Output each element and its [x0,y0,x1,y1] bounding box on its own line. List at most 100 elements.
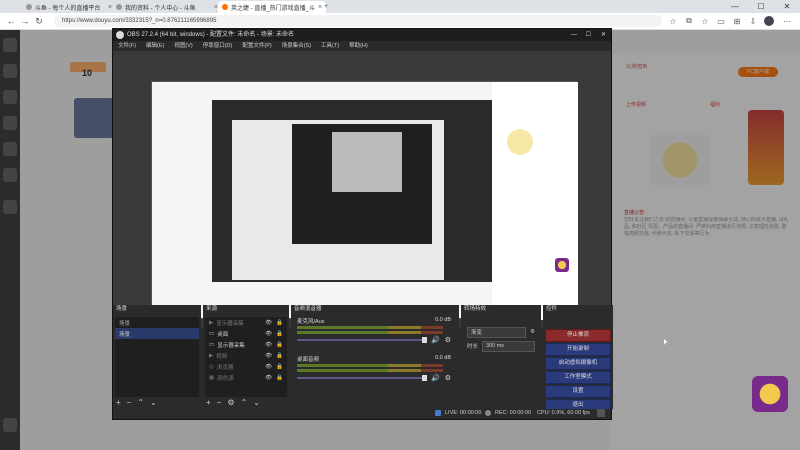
source-item[interactable]: ▶ 视频 👁 🔒 [205,350,287,361]
menu-scene-collection[interactable]: 场景集合(S) [282,41,311,51]
nav-category-icon[interactable] [3,90,17,104]
browser-tab-1[interactable]: 斗鱼 - 每个人的直播平台 × [22,1,116,13]
add-icon[interactable]: + [116,398,121,408]
downloads-icon[interactable]: ⇩ [748,16,758,26]
menu-file[interactable]: 文件(F) [118,41,136,51]
source-item[interactable]: ◎ 浏览器 👁 🔒 [205,361,287,372]
lock-icon[interactable]: 🔒 [276,342,283,348]
close-window-button[interactable]: ✕ [774,0,800,13]
split-icon[interactable]: ▭ [716,16,726,26]
favorite-icon[interactable]: ☆ [668,16,678,26]
gear-icon[interactable]: ⚙ [530,329,535,335]
tab-favicon [116,4,122,10]
visibility-icon[interactable]: 👁 [265,331,272,337]
menu-help[interactable]: 帮助(H) [349,41,368,51]
source-item[interactable]: ▶ 显示器采集 👁 🔒 [205,317,287,328]
stop-streaming-button[interactable]: 停止推流 [545,329,611,342]
video-icon: ▶ [209,352,214,359]
back-icon[interactable]: ← [6,16,16,26]
event-badge-icon[interactable] [752,376,788,412]
visibility-icon[interactable]: 👁 [265,320,272,326]
obs-minimize-icon[interactable]: — [571,29,577,41]
rec-icon [485,410,491,416]
lock-icon[interactable]: 🔒 [276,331,283,337]
gear-icon[interactable]: ⚙ [227,398,234,408]
speaker-icon[interactable]: 🔊 [431,336,440,344]
settings-button[interactable]: 设置 [545,385,611,398]
menu-edit[interactable]: 编辑(E) [146,41,164,51]
browser-tab-3[interactable]: 英之婕 - 直播_热门游戏直播_斗 × [218,1,326,13]
scenes-dock: 场景 场景 场景 + − ⌃ ⌄ [113,305,201,409]
remove-icon[interactable]: − [127,398,132,408]
menu-tools[interactable]: 工具(T) [321,41,339,51]
nav-follow-icon[interactable] [3,168,17,182]
volume-slider[interactable] [297,337,427,343]
lock-icon[interactable]: 🔒 [276,353,283,359]
obs-logo-icon [116,31,124,39]
visibility-icon[interactable]: 👁 [265,364,272,370]
nav-home-icon[interactable] [3,38,17,52]
mixer-channel-desktop: 桌面音频 0.0 dB 🔊 ⚙ [293,355,457,389]
visibility-icon[interactable]: 👁 [265,342,272,348]
collections-icon[interactable]: ☆ [700,16,710,26]
nav-live-icon[interactable] [3,64,17,78]
volume-slider[interactable] [297,375,427,381]
transitions-header: 转场特效 [464,306,487,312]
lock-icon[interactable]: 🔒 [276,375,283,381]
refresh-icon[interactable]: ↻ [34,16,44,26]
move-down-icon[interactable]: ⌄ [150,398,157,408]
speaker-icon[interactable]: 🔊 [431,374,440,382]
obs-title: OBS 27.2.4 (64 bit, windows) - 配置文件: 未命名… [127,32,295,38]
gear-icon[interactable]: ⚙ [445,336,451,344]
new-tab-button[interactable]: + [320,1,332,13]
studio-mode-button[interactable]: 工作室模式 [545,371,611,384]
move-up-icon[interactable]: ⌃ [137,398,144,408]
nav-video-icon[interactable] [3,142,17,156]
obs-title-bar: OBS 27.2.4 (64 bit, windows) - 配置文件: 未命名… [113,29,611,41]
history-icon[interactable]: ⊞ [732,16,742,26]
obs-close-icon[interactable]: ✕ [601,29,606,41]
mixer-channel-label: 桌面音频 [297,357,320,363]
menu-view[interactable]: 视图(V) [174,41,192,51]
start-recording-button[interactable]: 开始录制 [545,343,611,356]
visibility-icon[interactable]: 👁 [265,353,272,359]
more-menu-icon[interactable]: ⋯ [782,16,792,26]
move-up-icon[interactable]: ⌃ [241,398,248,408]
scene-item[interactable]: 场景 [115,328,199,339]
menu-profile[interactable]: 配置文件(P) [242,41,271,51]
minimize-button[interactable]: — [722,0,748,13]
menu-docks[interactable]: 停靠窗口(D) [203,41,233,51]
nav-game-icon[interactable] [3,116,17,130]
start-virtual-camera-button[interactable]: 启动虚拟摄像机 [545,357,611,370]
preview-canvas[interactable] [151,81,578,320]
nav-more-icon[interactable] [3,200,17,214]
browser-tab-2[interactable]: 我的资料 - 个人中心 - 斗鱼 × [112,1,222,13]
source-label: 显示器采集 [216,320,244,327]
move-down-icon[interactable]: ⌄ [253,398,260,408]
volume-meter [297,331,443,334]
lock-icon[interactable]: 🔒 [276,364,283,370]
volume-meter [297,369,443,372]
duration-input[interactable]: 300 ms [482,340,535,352]
remove-icon[interactable]: − [217,398,222,408]
maximize-button[interactable]: ☐ [748,0,774,13]
source-item[interactable]: ▦ 颜色源 👁 🔒 [205,372,287,383]
nav-settings-icon[interactable] [3,418,17,432]
audio-mixer-header: 音频混音器 [294,306,322,312]
url-input[interactable]: https://www.douyu.com/3332315?_n=0.87621… [54,15,662,27]
avatar[interactable] [764,16,774,26]
extensions-icon[interactable]: ⧉ [684,16,694,26]
forward-icon[interactable]: → [20,16,30,26]
visibility-icon[interactable]: 👁 [265,375,272,381]
scenes-column-header: 场景 [119,320,131,327]
transition-type-select[interactable]: 渐变 [467,326,527,338]
source-item[interactable]: ▭ 桌面 👁 🔒 [205,328,287,339]
lock-icon[interactable]: 🔒 [276,320,283,326]
add-icon[interactable]: + [206,398,211,408]
tab-favicon [222,4,228,10]
obs-maximize-icon[interactable]: ☐ [586,29,591,41]
source-item[interactable]: ▭ 显示器采集 👁 🔒 [205,339,287,350]
gear-icon[interactable]: ⚙ [445,374,451,382]
preview-mascot [500,122,540,162]
tab-favicon [26,4,32,10]
